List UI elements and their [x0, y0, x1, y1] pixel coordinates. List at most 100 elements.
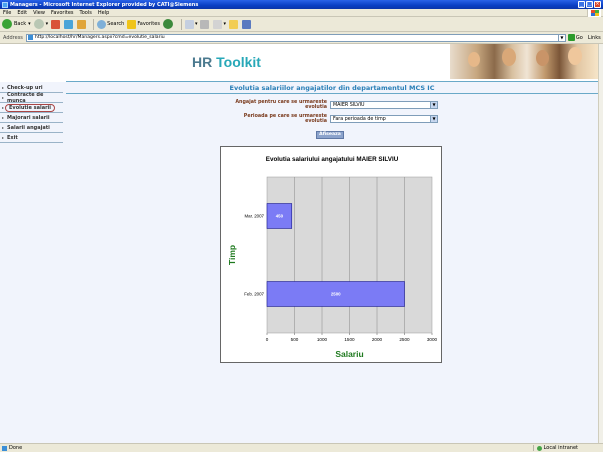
refresh-icon	[64, 19, 74, 29]
period-label: Perioada pe care se urmareste evolutia	[243, 114, 327, 124]
chevron-down-icon: ▼	[430, 116, 437, 122]
go-button[interactable]: Go	[567, 34, 583, 41]
bar-value-label: 450	[276, 214, 284, 219]
address-label: Address	[3, 34, 23, 41]
x-tick-label: 2000	[372, 337, 383, 342]
sidebar-item-salarii-angajati[interactable]: ▸ Salarii angajati	[0, 123, 63, 133]
header-divider	[66, 81, 598, 82]
search-icon	[97, 19, 107, 29]
print-button[interactable]	[200, 19, 210, 29]
messenger-button[interactable]	[241, 19, 252, 29]
header-photo	[450, 44, 598, 79]
page-viewport: HR Toolkit ▸ Check-up uri ▸ Contracte de…	[0, 44, 598, 443]
employee-label: Angajat pentru care se urmareste evoluti…	[235, 100, 327, 110]
ie-icon	[2, 1, 8, 8]
history-icon	[162, 19, 173, 29]
home-button[interactable]	[77, 19, 87, 29]
back-arrow-icon	[2, 19, 12, 29]
x-tick-label: 1000	[317, 337, 328, 342]
back-button[interactable]: Back ▾	[2, 19, 31, 29]
menu-view[interactable]: View	[33, 10, 45, 16]
mail-icon	[184, 19, 194, 29]
stop-button[interactable]	[51, 19, 61, 29]
globe-icon	[536, 445, 542, 451]
salary-chart: Evolutia salariului angajatului MAIER SI…	[220, 146, 442, 363]
page-title: Evolutia salariilor angajatilor din depa…	[229, 84, 435, 92]
employee-row: Angajat pentru care se urmareste evoluti…	[227, 100, 438, 110]
period-select[interactable]: Fara perioada de timp ▼	[330, 115, 438, 123]
forward-button[interactable]: ▾	[33, 19, 48, 29]
x-tick-label: 3000	[427, 337, 438, 342]
bar-value-label: 2500	[331, 292, 341, 297]
address-bar: Address http://localhost/hr/Managers.asp…	[0, 32, 603, 44]
x-tick-label: 1500	[344, 337, 355, 342]
arrow-right-icon: ▸	[2, 105, 5, 110]
site-header: HR Toolkit	[0, 44, 598, 82]
windows-logo-icon	[587, 9, 601, 17]
chevron-down-icon[interactable]: ▼	[557, 34, 565, 41]
sidebar-item-contracte-de-munca[interactable]: ▸ Contracte de munca	[0, 92, 63, 104]
x-tick-label: 500	[291, 337, 299, 342]
search-button[interactable]: Search	[97, 19, 124, 29]
folder-icon	[228, 19, 238, 29]
window-title: Managers - Microsoft Internet Explorer p…	[10, 1, 199, 8]
page-icon	[27, 35, 33, 40]
browser-toolbar: Back ▾ ▾ Search Favorites ▾ ▾	[0, 17, 603, 32]
sidebar-item-evolutie-salarii[interactable]: ▸ Evolutie salarii	[0, 103, 63, 113]
menu-tools[interactable]: Tools	[80, 10, 92, 16]
arrow-right-icon: ▸	[2, 95, 5, 100]
arrow-right-icon: ▸	[2, 115, 5, 120]
chart-svg: Evolutia salariului angajatului MAIER SI…	[227, 156, 438, 359]
x-tick-label: 2500	[399, 337, 410, 342]
chart-title: Evolutia salariului angajatului MAIER SI…	[266, 156, 399, 163]
stop-icon	[51, 19, 61, 29]
menu-bar: File Edit View Favorites Tools Help	[0, 9, 603, 17]
sidebar-item-exit[interactable]: ▸ Exit	[0, 133, 63, 143]
period-row: Perioada pe care se urmareste evolutia F…	[227, 114, 438, 124]
arrow-right-icon: ▸	[2, 85, 5, 90]
vertical-scrollbar[interactable]	[598, 44, 603, 443]
chevron-down-icon: ▼	[430, 102, 437, 108]
arrow-right-icon: ▸	[2, 135, 5, 140]
refresh-button[interactable]	[64, 19, 74, 29]
edit-icon	[213, 19, 223, 29]
menu-file[interactable]: File	[3, 10, 11, 16]
x-tick-label: 0	[266, 337, 269, 342]
x-axis-label: Salariu	[335, 349, 363, 359]
employee-select[interactable]: MAIER SILVIU ▼	[330, 101, 438, 109]
print-icon	[200, 19, 210, 29]
forward-arrow-icon	[33, 19, 44, 29]
home-icon	[77, 19, 87, 29]
status-text: Done	[9, 445, 23, 451]
show-button[interactable]: Afiseaza	[316, 131, 344, 139]
minimize-button[interactable]: _	[578, 1, 585, 8]
app-logo: HR Toolkit	[192, 54, 261, 70]
mail-button[interactable]: ▾	[184, 19, 197, 29]
y-tick-label: Mar. 2007	[244, 214, 264, 219]
maximize-button[interactable]: □	[586, 1, 593, 8]
folder-button[interactable]	[228, 19, 239, 29]
star-icon	[127, 19, 137, 29]
sidebar-nav: ▸ Check-up uri ▸ Contracte de munca ▸ Ev…	[0, 83, 63, 143]
y-tick-label: Feb. 2007	[244, 292, 264, 297]
menu-favorites[interactable]: Favorites	[51, 10, 74, 16]
title-divider	[66, 93, 598, 94]
edit-button[interactable]: ▾	[213, 19, 226, 29]
close-button[interactable]: ×	[594, 1, 601, 8]
y-axis-label: Timp	[227, 245, 237, 265]
page-done-icon	[2, 445, 7, 451]
address-url: http://localhost/hr/Managers.aspx?cmd=ev…	[34, 35, 165, 40]
links-button[interactable]: Links	[588, 35, 601, 41]
history-button[interactable]	[162, 19, 175, 29]
messenger-icon	[241, 19, 251, 29]
arrow-right-icon: ▸	[2, 125, 5, 130]
go-arrow-icon	[567, 34, 575, 41]
sidebar-item-majorari-salarii[interactable]: ▸ Majorari salarii	[0, 113, 63, 123]
menu-help[interactable]: Help	[98, 10, 109, 16]
window-titlebar: Managers - Microsoft Internet Explorer p…	[0, 0, 603, 9]
status-bar: Done Local intranet	[0, 443, 603, 452]
favorites-button[interactable]: Favorites	[127, 19, 160, 29]
menu-edit[interactable]: Edit	[17, 10, 27, 16]
security-zone: Local intranet	[532, 445, 578, 451]
address-input[interactable]: http://localhost/hr/Managers.aspx?cmd=ev…	[25, 33, 566, 42]
